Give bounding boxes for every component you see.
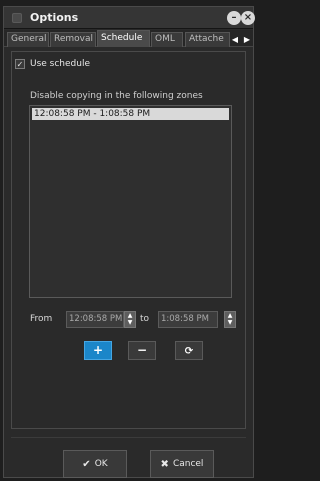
use-schedule-row[interactable]: ✓ Use schedule (15, 57, 90, 71)
tab-scroll-right-icon[interactable]: ▶ (243, 34, 251, 45)
ok-label: OK (94, 459, 108, 469)
zones-label: Disable copying in the following zones (30, 91, 203, 101)
tab-oml[interactable]: OML (151, 32, 183, 47)
check-icon: ✔ (82, 458, 91, 470)
refresh-icon: ⟳ (184, 346, 194, 357)
use-schedule-checkbox[interactable]: ✓ (15, 59, 25, 69)
title-bar[interactable]: Options – × (4, 7, 255, 29)
time-range-row: From 12:08:58 PM ▲ ▼ to 1:08:58 PM ▲ ▼ (30, 311, 240, 328)
tab-schedule[interactable]: Schedule (97, 30, 150, 47)
cancel-button[interactable]: ✖ Cancel (150, 450, 214, 478)
window-title: Options (30, 11, 79, 24)
add-zone-button[interactable]: + (84, 341, 112, 360)
use-schedule-label: Use schedule (30, 59, 91, 69)
options-window: Options – × General Removal Schedule OML… (3, 6, 255, 478)
app-icon (12, 13, 22, 23)
ok-button[interactable]: ✔ OK (63, 450, 127, 478)
from-label: From (30, 314, 53, 324)
to-time-field[interactable]: 1:08:58 PM (158, 311, 218, 328)
list-item[interactable]: 12:08:58 PM - 1:08:58 PM (32, 108, 229, 120)
minimize-icon[interactable]: – (227, 11, 241, 25)
tab-attache[interactable]: Attache (185, 32, 230, 47)
footer-divider (11, 437, 246, 438)
from-time-stepper[interactable]: ▲ ▼ (124, 311, 136, 328)
close-icon[interactable]: × (241, 11, 255, 25)
tab-bar: General Removal Schedule OML Attache ◀ ▶ (4, 30, 253, 47)
zones-list[interactable]: 12:08:58 PM - 1:08:58 PM (29, 105, 232, 298)
reset-zone-button[interactable]: ⟳ (175, 341, 203, 360)
from-time-field[interactable]: 12:08:58 PM (66, 311, 124, 328)
cancel-label: Cancel (172, 459, 204, 469)
tab-scroll-left-icon[interactable]: ◀ (231, 34, 239, 45)
remove-zone-button[interactable]: − (128, 341, 156, 360)
cancel-icon: ✖ (160, 458, 169, 470)
minus-icon: − (136, 343, 148, 357)
to-label: to (140, 314, 150, 324)
to-time-stepper[interactable]: ▲ ▼ (224, 311, 236, 328)
tab-general[interactable]: General (7, 32, 49, 47)
tab-removal[interactable]: Removal (50, 32, 96, 47)
plus-icon: + (92, 343, 104, 357)
